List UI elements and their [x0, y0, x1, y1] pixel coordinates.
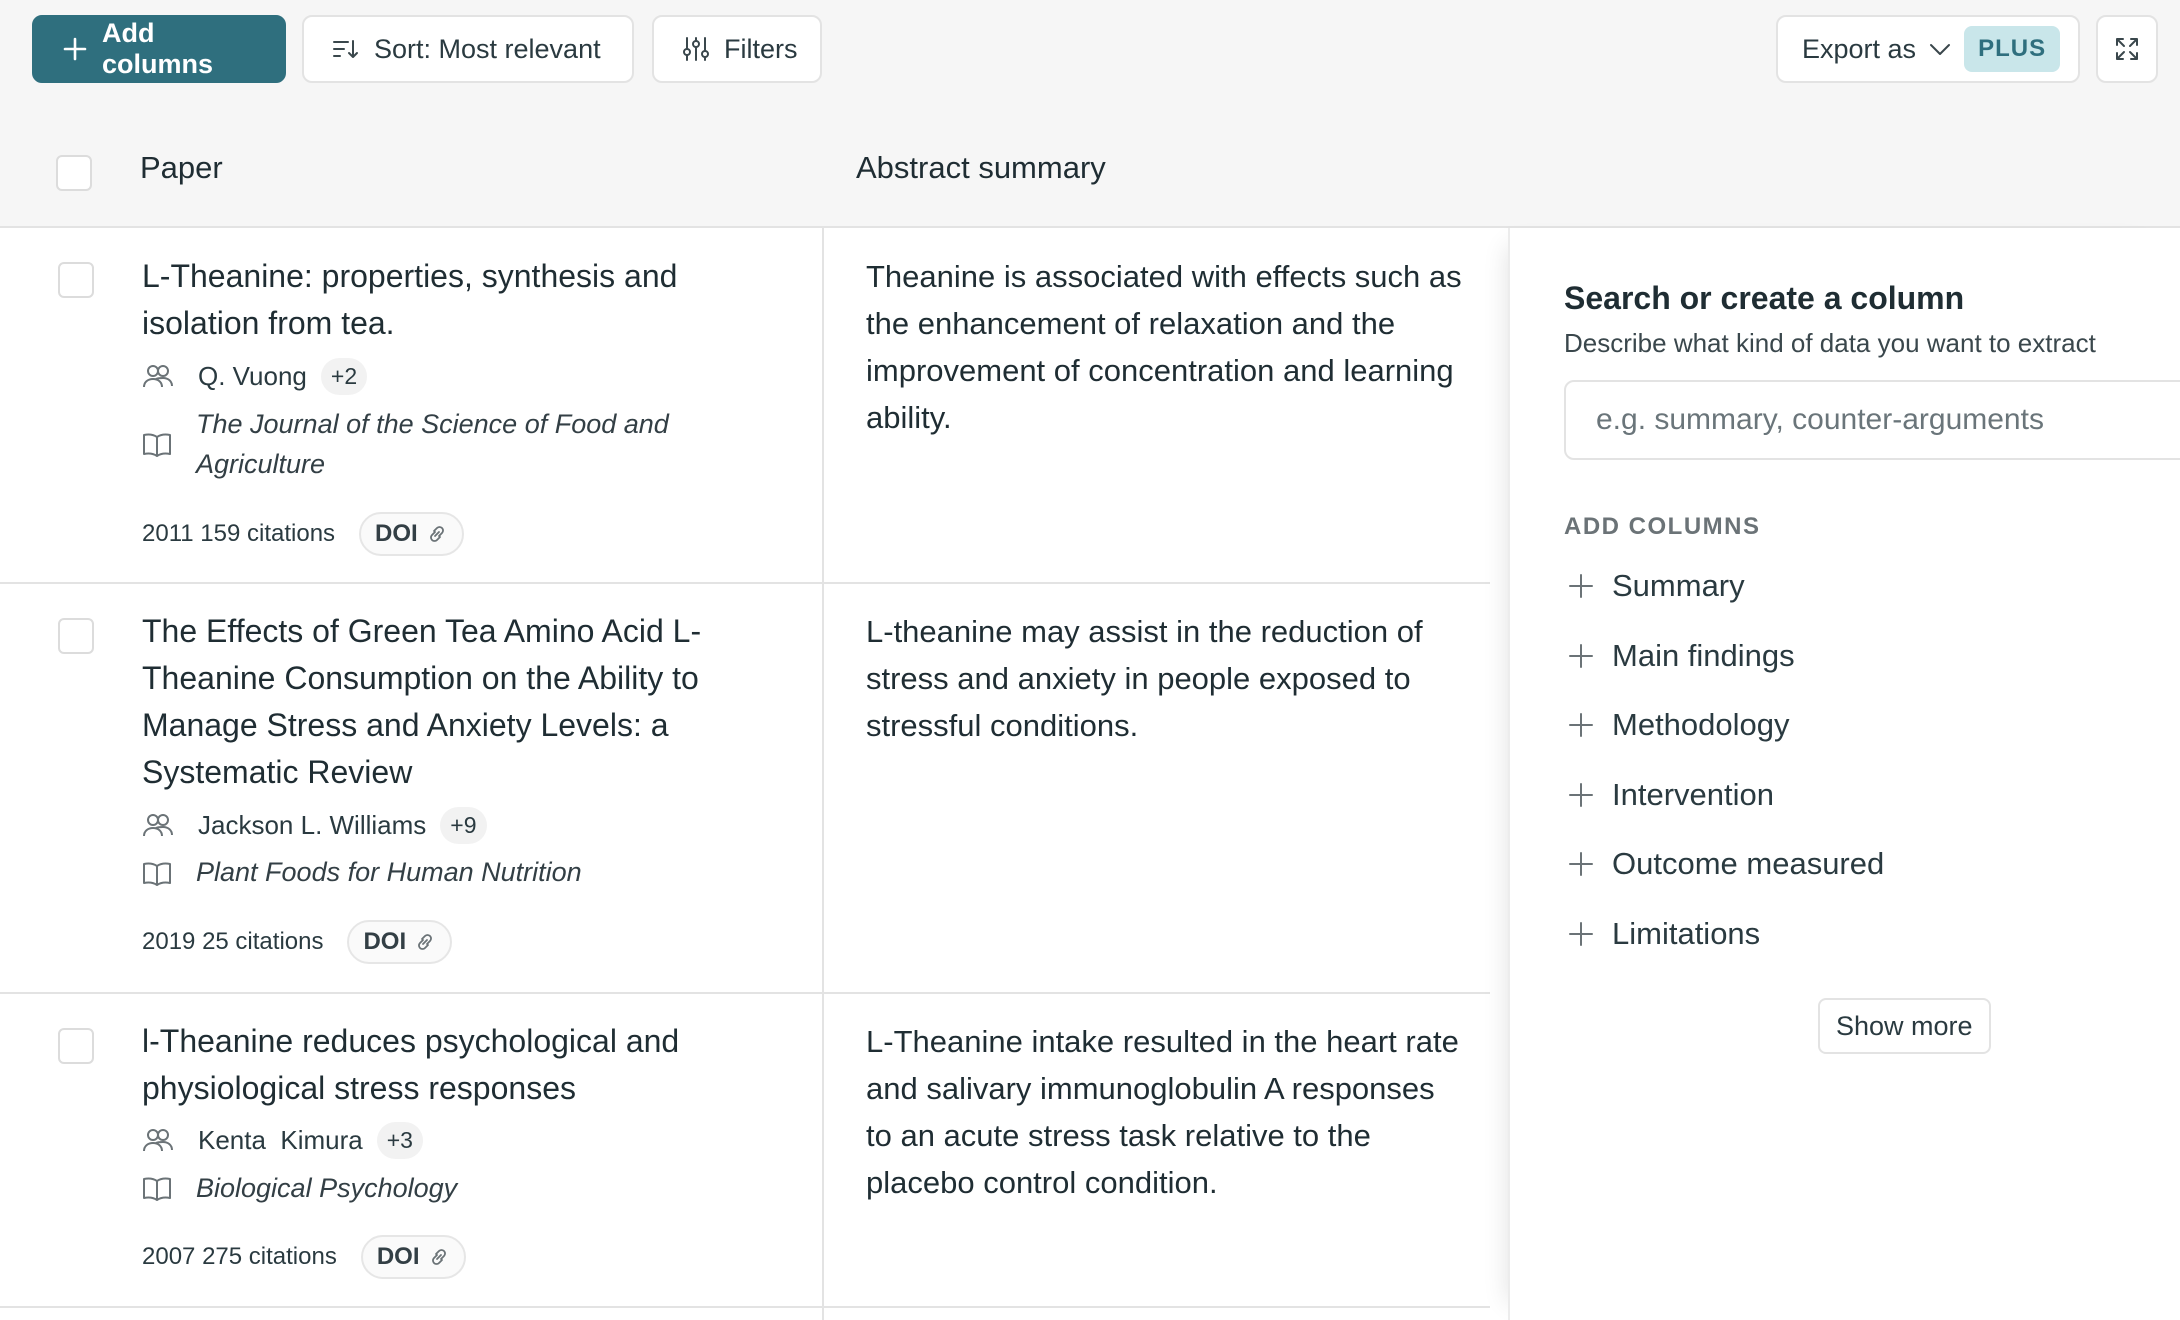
link-icon — [431, 1249, 446, 1265]
doi-label: DOI — [376, 1243, 420, 1270]
toolbar: Add columns Sort: Most relevant Filters … — [0, 0, 2180, 96]
sort-button[interactable]: Sort: Most relevant — [302, 15, 634, 83]
row-checkbox[interactable] — [58, 262, 94, 298]
doi-link[interactable]: DOI — [359, 512, 464, 556]
plus-icon — [1569, 852, 1593, 876]
citation-count: 25 citations — [202, 928, 324, 955]
journal-name: Biological Psychology — [196, 1173, 458, 1203]
row-checkbox[interactable] — [58, 1028, 94, 1064]
sort-label: Sort: Most relevant — [374, 33, 601, 64]
journal-book-icon — [143, 1177, 171, 1201]
author-link[interactable]: Jackson L. Williams +9 — [198, 807, 487, 844]
add-column-summary[interactable]: Summary — [1568, 561, 1745, 611]
journal-name: The Journal of the Science of Food and A… — [196, 409, 669, 479]
author-name: Q. Vuong — [198, 361, 307, 391]
authors-icon — [143, 814, 173, 837]
add-columns-label: Add columns — [102, 18, 214, 79]
add-column-methodology[interactable]: Methodology — [1568, 700, 1790, 750]
journal-name: Plant Foods for Human Nutrition — [196, 857, 582, 887]
publication-year: 2011 — [142, 520, 194, 547]
doi-label: DOI — [363, 928, 407, 955]
plus-icon — [1569, 922, 1593, 946]
paper-title-link[interactable]: l-Theanine reduces psychological and phy… — [142, 1018, 742, 1112]
publication-year: 2007 — [142, 1243, 196, 1270]
export-label: Export as — [1802, 33, 1917, 64]
select-all-checkbox[interactable] — [56, 155, 92, 191]
paper-column-header[interactable]: Paper — [140, 150, 223, 186]
plus-icon — [1569, 644, 1593, 668]
paper-meta: 2007 275 citations DOI — [142, 1235, 466, 1279]
expand-icon — [2116, 38, 2138, 60]
chevron-down-icon — [1930, 44, 1951, 55]
author-link[interactable]: Kenta Kimura +3 — [198, 1122, 423, 1159]
row-checkbox[interactable] — [58, 618, 94, 654]
plus-icon — [1569, 574, 1593, 598]
column-divider — [822, 228, 824, 1320]
show-more-button[interactable]: Show more — [1818, 998, 1991, 1054]
filters-button[interactable]: Filters — [652, 15, 822, 83]
abstract-summary: L-Theanine intake resulted in the heart … — [866, 1024, 1459, 1200]
paper-meta: 2019 25 citations DOI — [142, 920, 453, 964]
journal-book-icon — [143, 862, 171, 886]
journal-book-icon — [143, 433, 171, 457]
add-column-label: Summary — [1612, 568, 1745, 603]
filters-icon — [683, 37, 709, 61]
column-panel: Search or create a column Describe what … — [1508, 228, 2180, 1320]
panel-subtitle: Describe what kind of data you want to e… — [1564, 328, 2096, 358]
more-authors-badge[interactable]: +9 — [440, 807, 487, 844]
plus-icon — [1569, 713, 1593, 737]
export-button[interactable]: Export as PLUS — [1776, 15, 2080, 83]
plus-icon — [1569, 783, 1593, 807]
add-column-intervention[interactable]: Intervention — [1568, 770, 1774, 820]
add-column-label: Main findings — [1612, 638, 1795, 673]
doi-label: DOI — [375, 520, 418, 547]
year-citations: 2019 25 citations — [142, 928, 323, 956]
author-link[interactable]: Q. Vuong +2 — [198, 358, 368, 395]
more-authors-badge[interactable]: +2 — [320, 358, 368, 395]
filters-label: Filters — [724, 33, 798, 64]
plus-icon — [63, 37, 87, 61]
column-search-input[interactable] — [1564, 380, 2180, 460]
sort-icon — [333, 40, 358, 58]
add-column-label: Intervention — [1612, 777, 1774, 812]
authors-icon — [143, 1129, 173, 1152]
add-column-limitations[interactable]: Limitations — [1568, 909, 1760, 959]
more-authors-badge[interactable]: +3 — [376, 1122, 423, 1159]
paper-meta: 2011 159 citations DOI — [142, 512, 464, 556]
paper-title-link[interactable]: L-Theanine: properties, synthesis and is… — [142, 253, 742, 347]
authors-icon — [143, 365, 173, 388]
year-citations: 2007 275 citations — [142, 1243, 337, 1271]
year-citations: 2011 159 citations — [142, 520, 335, 548]
author-name: Kenta Kimura — [198, 1125, 363, 1155]
add-column-label: Outcome measured — [1612, 846, 1885, 881]
link-icon — [418, 934, 433, 950]
abstract-summary: L-theanine may assist in the reduction o… — [866, 614, 1423, 743]
add-columns-section-label: ADD COLUMNS — [1564, 513, 1761, 540]
abstract-column-header[interactable]: Abstract summary — [856, 150, 1106, 186]
author-name: Jackson L. Williams — [198, 810, 427, 840]
add-column-label: Methodology — [1612, 707, 1790, 742]
citation-count: 159 citations — [200, 520, 336, 547]
panel-title: Search or create a column — [1564, 280, 1965, 316]
expand-button[interactable] — [2096, 15, 2158, 83]
citation-count: 275 citations — [202, 1243, 337, 1270]
plus-badge: PLUS — [1964, 26, 2061, 72]
add-columns-button[interactable]: Add columns — [32, 15, 286, 83]
abstract-summary: Theanine is associated with effects such… — [866, 259, 1462, 435]
paper-title-link[interactable]: The Effects of Green Tea Amino Acid L-Th… — [142, 608, 742, 796]
publication-year: 2019 — [142, 928, 196, 955]
add-column-label: Limitations — [1612, 916, 1761, 951]
link-icon — [429, 526, 444, 542]
doi-link[interactable]: DOI — [347, 920, 453, 964]
doi-link[interactable]: DOI — [360, 1235, 466, 1279]
add-column-main-findings[interactable]: Main findings — [1568, 631, 1795, 681]
add-column-outcome-measured[interactable]: Outcome measured — [1568, 839, 1884, 889]
